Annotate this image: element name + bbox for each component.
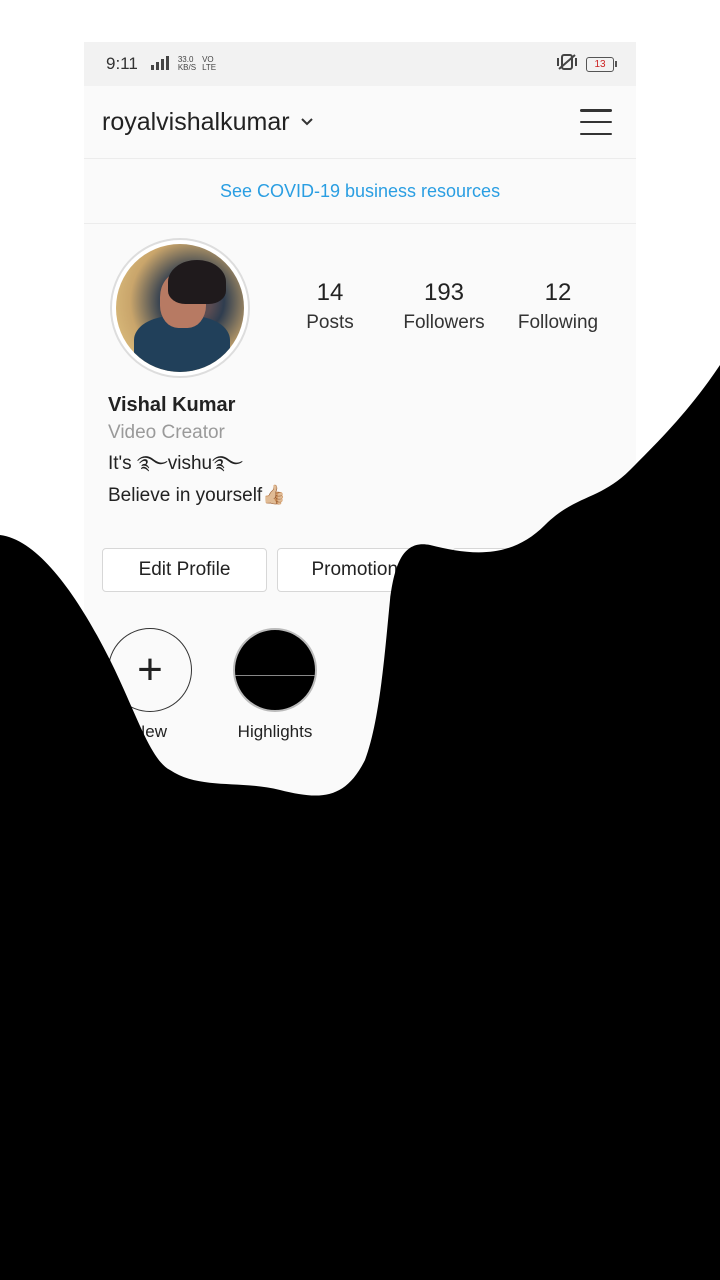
posts-stat[interactable]: 14 Posts <box>275 278 385 338</box>
chevron-down-icon[interactable] <box>300 114 314 130</box>
network-indicator: 33.0 KB/S VO LTE <box>150 56 216 72</box>
following-stat[interactable]: 12 Following <box>503 278 613 338</box>
volte-indicator: VO LTE <box>202 56 216 72</box>
highlight-item[interactable]: Highlights <box>230 628 320 742</box>
username[interactable]: royalvishalkumar <box>102 108 290 137</box>
new-highlight-label: New <box>132 722 167 741</box>
followers-count: 193 <box>423 279 465 306</box>
profile-category: Video Creator <box>108 422 225 443</box>
edit-profile-button[interactable]: Edit Profile <box>102 548 267 592</box>
hamburger-menu-icon[interactable] <box>580 109 612 135</box>
post-thumbnail[interactable] <box>84 854 266 1036</box>
battery-icon: 13 <box>586 56 617 72</box>
highlight-label: Highlights <box>237 722 313 741</box>
post-thumbnail[interactable] <box>454 854 636 1036</box>
profile-stats: 14 Posts 193 Followers 12 Following <box>84 278 636 338</box>
posts-label: Posts <box>306 312 354 333</box>
insights-button[interactable]: Insights <box>452 548 617 592</box>
network-speed: 33.0 KB/S <box>178 56 196 72</box>
post-thumbnail[interactable] <box>269 1039 451 1221</box>
bio-line: It's ࿐vishu࿐ <box>108 453 243 474</box>
following-label: Following <box>517 312 599 333</box>
status-right: 13 <box>556 53 617 76</box>
post-thumbnail[interactable] <box>454 1039 636 1221</box>
bio-line: Believe in yourself👍🏼 <box>108 485 286 506</box>
volte-bottom: LTE <box>202 63 217 72</box>
speed-unit: KB/S <box>177 63 197 72</box>
profile-header: royalvishalkumar <box>84 86 636 159</box>
posts-count: 14 <box>316 279 344 306</box>
new-highlight[interactable]: + New <box>105 628 195 742</box>
promotions-button[interactable]: Promotions <box>277 548 442 592</box>
signal-icon <box>150 56 172 72</box>
display-name: Vishal Kumar <box>108 394 236 416</box>
status-time: 9:11 <box>106 54 138 73</box>
grid-icon[interactable] <box>204 794 234 818</box>
post-thumbnail[interactable] <box>269 854 451 1036</box>
instagram-profile-screen: 9:11 33.0 KB/S VO LTE 13 royalvishalkuma… <box>84 42 636 1280</box>
post-thumbnail[interactable] <box>84 1039 266 1221</box>
profile-bio: Vishal Kumar Video Creator It's ࿐vishu࿐ … <box>108 392 608 512</box>
vibrate-icon <box>556 53 578 76</box>
covid-resources-link[interactable]: See COVID-19 business resources <box>84 159 636 224</box>
followers-stat[interactable]: 193 Followers <box>389 278 499 338</box>
status-bar: 9:11 33.0 KB/S VO LTE 13 <box>84 42 636 86</box>
screen: 9:11 33.0 KB/S VO LTE 13 royalvishalkuma… <box>0 0 720 1280</box>
following-count: 12 <box>544 279 572 306</box>
highlight-cover[interactable] <box>233 628 317 712</box>
plus-icon[interactable]: + <box>108 628 192 712</box>
followers-label: Followers <box>403 312 485 333</box>
